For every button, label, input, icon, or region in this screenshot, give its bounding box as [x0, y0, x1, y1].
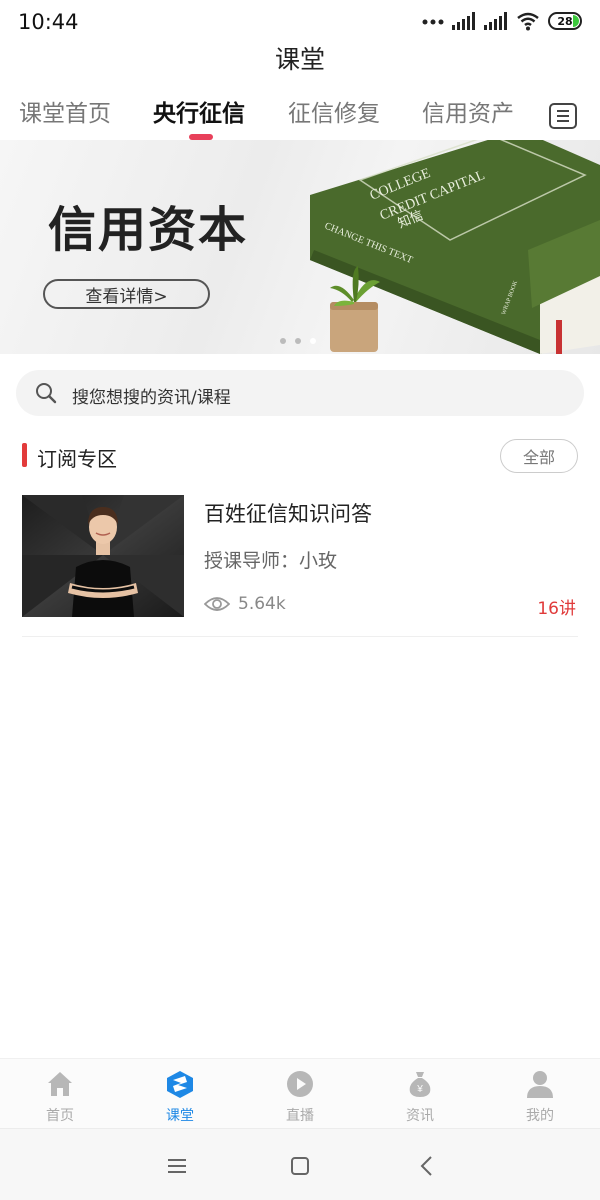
course-teacher: 授课导师：小玫	[204, 550, 338, 572]
status-bar: 10:44 28	[0, 0, 600, 44]
nav-item-live[interactable]: 直播	[260, 1065, 340, 1127]
instructor-photo	[22, 495, 184, 617]
tab-credit-repair[interactable]: 征信修复	[288, 94, 380, 128]
nav-label: 我的	[526, 1108, 554, 1124]
menu-icon[interactable]	[162, 1151, 192, 1181]
status-icons: 28	[422, 9, 582, 33]
tab-home[interactable]: 课堂首页	[19, 94, 111, 128]
news-moneybag-icon: ¥	[409, 1072, 431, 1097]
pagination-dot[interactable]	[295, 338, 301, 344]
battery-icon: 28	[548, 12, 582, 30]
nav-label: 课堂	[166, 1108, 194, 1124]
search-icon	[36, 383, 57, 404]
nav-item-news[interactable]: ¥ 资讯	[380, 1065, 460, 1127]
profile-icon	[527, 1071, 553, 1098]
banner-details-button[interactable]: 查看详情>	[43, 279, 210, 309]
nav-label: 直播	[286, 1108, 314, 1124]
pagination-dot-active[interactable]	[310, 338, 316, 344]
svg-text:¥: ¥	[416, 1084, 423, 1095]
live-play-icon	[287, 1071, 313, 1097]
nav-item-classroom[interactable]: 课堂	[140, 1065, 220, 1127]
home-square-icon[interactable]	[285, 1151, 315, 1181]
signal-icon	[452, 12, 475, 30]
nav-label: 首页	[46, 1108, 74, 1124]
tab-credit-assets[interactable]: 信用资产	[422, 94, 514, 128]
tab-menu-button[interactable]	[549, 103, 577, 129]
section-title: 订阅专区	[37, 447, 117, 471]
tab-central-bank-credit[interactable]: 央行征信	[153, 94, 245, 128]
page-title: 课堂	[274, 45, 325, 74]
search-input[interactable]: 搜您想搜的资讯/课程	[72, 383, 231, 408]
system-nav-bar	[0, 1128, 600, 1200]
wifi-icon	[517, 12, 539, 31]
battery-level: 28	[557, 14, 573, 28]
course-thumbnail[interactable]	[22, 495, 184, 617]
book-illustration: COLLEGE CREDIT CAPITAL 知信 CHANGE THIS TE…	[310, 140, 600, 354]
eye-icon	[204, 597, 230, 611]
nav-label: 资讯	[406, 1108, 434, 1124]
lesson-count: 16讲	[537, 599, 576, 619]
bottom-nav: 首页 课堂 直播 ¥ 资讯 我的	[0, 1058, 600, 1128]
view-all-button[interactable]: 全部	[500, 439, 578, 473]
classroom-icon	[167, 1071, 193, 1098]
search-bar[interactable]: 搜您想搜的资讯/课程	[16, 370, 584, 416]
more-dots-icon	[422, 19, 444, 25]
promo-banner[interactable]: 信用资本 查看详情> COLLEGE CREDIT CAPITAL 知信 CHA…	[0, 140, 600, 354]
section-marker	[22, 443, 27, 467]
views-count: 5.64k	[238, 594, 286, 614]
nav-item-profile[interactable]: 我的	[500, 1065, 580, 1127]
pagination-dot[interactable]	[280, 338, 286, 344]
course-views: 5.64k	[204, 594, 286, 614]
status-time: 10:44	[18, 10, 79, 34]
signal-icon	[484, 12, 507, 30]
divider	[22, 636, 578, 637]
category-tabs: 课堂首页 央行征信 征信修复 信用资产	[0, 90, 600, 140]
banner-pagination	[280, 338, 316, 344]
course-card[interactable]: 百姓征信知识问答 授课导师：小玫 5.64k 16讲	[0, 490, 600, 638]
home-icon	[48, 1072, 72, 1096]
back-icon[interactable]	[412, 1151, 442, 1181]
nav-item-home[interactable]: 首页	[20, 1065, 100, 1127]
course-title[interactable]: 百姓征信知识问答	[204, 498, 372, 528]
banner-title: 信用资本	[48, 202, 249, 258]
